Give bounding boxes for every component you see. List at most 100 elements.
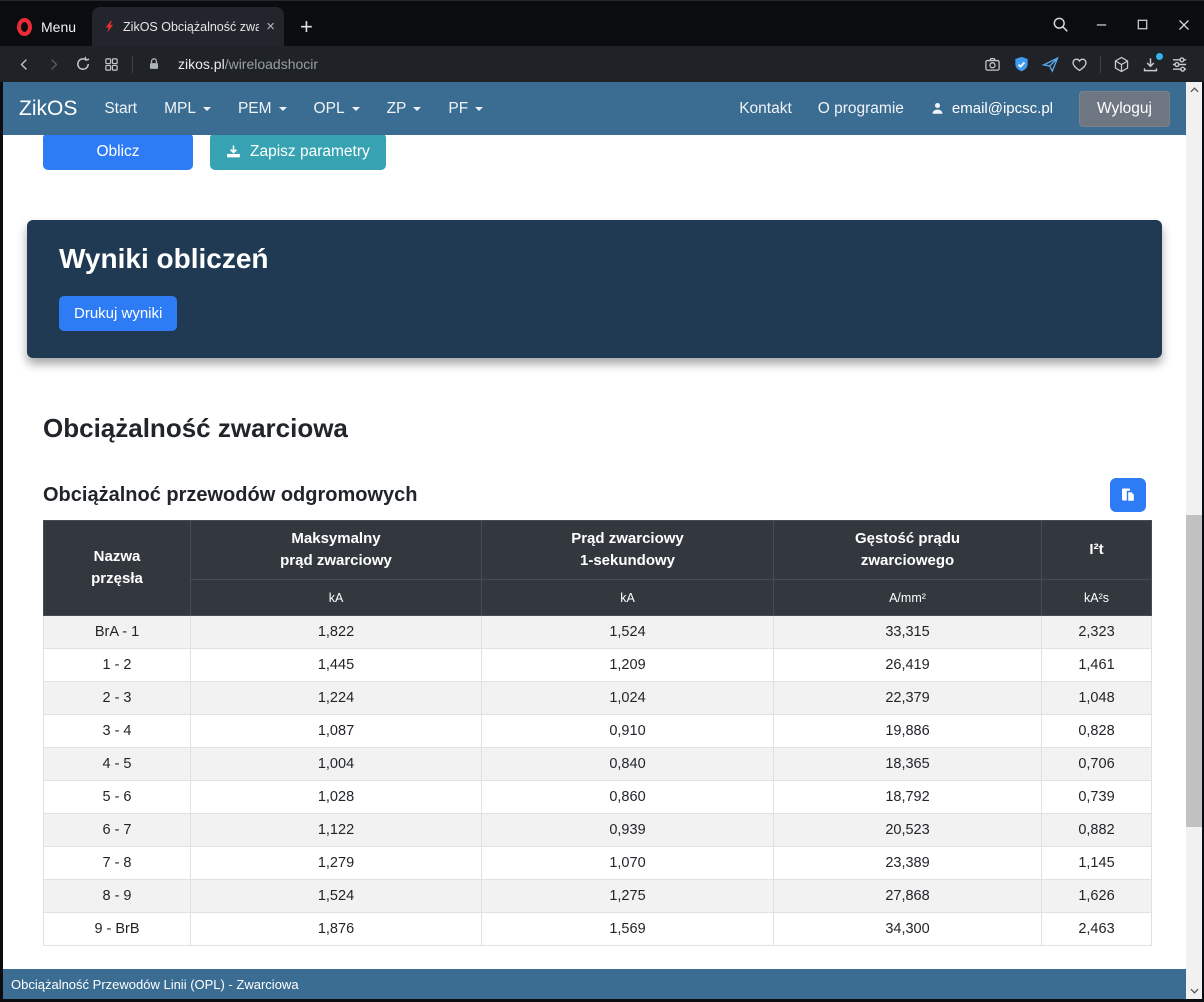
save-params-button[interactable]: Zapisz parametry xyxy=(210,135,386,170)
table-cell: 1,445 xyxy=(191,649,482,682)
footer-text: Obciążalność Przewodów Linii (OPL) - Zwa… xyxy=(11,977,299,992)
scroll-down-icon[interactable] xyxy=(1186,983,1202,999)
logout-button[interactable]: Wyloguj xyxy=(1079,91,1170,127)
separator xyxy=(132,56,133,73)
site-footer: Obciążalność Przewodów Linii (OPL) - Zwa… xyxy=(3,969,1186,999)
close-icon[interactable] xyxy=(1163,2,1204,47)
results-table: Nazwaprzęsła Maksymalnyprąd zwarciowy Pr… xyxy=(43,520,1152,946)
tab-close-icon[interactable]: × xyxy=(266,19,275,34)
site-navbar: ZikOS Start MPL PEM OPL ZP PF Kontakt O … xyxy=(3,82,1186,135)
back-icon[interactable] xyxy=(10,50,39,78)
brand-zikos[interactable]: ZikOS xyxy=(19,97,77,121)
scroll-up-icon[interactable] xyxy=(1186,82,1202,98)
opera-logo-icon xyxy=(17,18,32,36)
table-cell: 1,024 xyxy=(482,682,774,715)
subsection-header: Obciążalnoć przewodów odgromowych xyxy=(43,478,1146,512)
table-cell: 22,379 xyxy=(774,682,1042,715)
table-cell: 0,910 xyxy=(482,715,774,748)
table-cell: 1,087 xyxy=(191,715,482,748)
calculate-button[interactable]: Oblicz xyxy=(43,135,193,170)
nav-item-o-programie[interactable]: O programie xyxy=(818,100,904,118)
cube-sidebar-icon[interactable] xyxy=(1107,50,1136,78)
new-tab-button[interactable]: + xyxy=(300,7,313,46)
chevron-down-icon xyxy=(475,107,483,111)
span-name-cell: 2 - 3 xyxy=(44,682,191,715)
table-cell: 34,300 xyxy=(774,913,1042,946)
table-cell: 1,275 xyxy=(482,880,774,913)
shield-check-badge-icon[interactable] xyxy=(1007,50,1036,78)
table-cell: 0,882 xyxy=(1042,814,1152,847)
chevron-down-icon xyxy=(203,107,211,111)
table-cell: 1,461 xyxy=(1042,649,1152,682)
unit-ka: kA xyxy=(191,580,482,616)
nav-item-pf[interactable]: PF xyxy=(448,100,483,118)
page-viewport: ZikOS Start MPL PEM OPL ZP PF Kontakt O … xyxy=(3,82,1186,999)
print-results-button[interactable]: Drukuj wyniki xyxy=(59,296,177,331)
table-cell: 0,860 xyxy=(482,781,774,814)
page-title: Obciążalność zwarciowa xyxy=(43,413,1146,444)
table-cell: 1,224 xyxy=(191,682,482,715)
heart-bookmark-icon[interactable] xyxy=(1065,50,1094,78)
table-cell: 23,389 xyxy=(774,847,1042,880)
scrollbar-thumb[interactable] xyxy=(1186,515,1202,827)
table-cell: 1,028 xyxy=(191,781,482,814)
copy-icon xyxy=(1119,486,1137,504)
page-area: ZikOS Start MPL PEM OPL ZP PF Kontakt O … xyxy=(0,82,1204,1002)
snapshot-camera-icon[interactable] xyxy=(978,50,1007,78)
table-cell: 1,004 xyxy=(191,748,482,781)
tab-title: ZikOS Obciążalność zwarci xyxy=(123,20,259,34)
table-cell: 1,524 xyxy=(482,616,774,649)
span-name-cell: 8 - 9 xyxy=(44,880,191,913)
col-header-current-density: Gęstość prąduzwarciowego xyxy=(774,521,1042,580)
nav-item-kontakt[interactable]: Kontakt xyxy=(739,100,792,118)
table-row: 5 - 61,0280,86018,7920,739 xyxy=(44,781,1152,814)
page-content: Oblicz Zapisz parametry Wyniki obliczeń … xyxy=(3,135,1186,969)
url-text[interactable]: zikos.pl/wireloadshocir xyxy=(178,56,318,72)
table-row: 9 - BrB1,8761,56934,3002,463 xyxy=(44,913,1152,946)
table-row: 6 - 71,1220,93920,5230,882 xyxy=(44,814,1152,847)
nav-item-start[interactable]: Start xyxy=(104,100,137,118)
nav-item-pem[interactable]: PEM xyxy=(238,100,287,118)
easy-setup-sliders-icon[interactable] xyxy=(1165,50,1194,78)
browser-addressbar: zikos.pl/wireloadshocir xyxy=(0,46,1204,82)
table-cell: 19,886 xyxy=(774,715,1042,748)
nav-item-mpl[interactable]: MPL xyxy=(164,100,211,118)
table-cell: 1,822 xyxy=(191,616,482,649)
nav-item-opl[interactable]: OPL xyxy=(314,100,360,118)
chevron-down-icon xyxy=(352,107,360,111)
table-cell: 27,868 xyxy=(774,880,1042,913)
span-name-cell: 6 - 7 xyxy=(44,814,191,847)
user-email[interactable]: email@ipcsc.pl xyxy=(930,100,1053,117)
search-icon[interactable] xyxy=(1040,2,1081,47)
table-cell: 0,739 xyxy=(1042,781,1152,814)
nav-item-zp[interactable]: ZP xyxy=(387,100,422,118)
results-panel: Wyniki obliczeń Drukuj wyniki xyxy=(27,220,1162,358)
downloads-icon[interactable] xyxy=(1136,50,1165,78)
flow-paper-plane-icon[interactable] xyxy=(1036,50,1065,78)
grid-workspaces-icon[interactable] xyxy=(97,50,126,78)
forward-icon[interactable] xyxy=(39,50,68,78)
opera-menu-button[interactable]: Menu xyxy=(0,7,92,46)
browser-tab-active[interactable]: ZikOS Obciążalność zwarci × xyxy=(92,7,284,46)
table-cell: 18,792 xyxy=(774,781,1042,814)
browser-titlebar: Menu ZikOS Obciążalność zwarci × + xyxy=(0,0,1204,46)
table-cell: 18,365 xyxy=(774,748,1042,781)
table-cell: 1,279 xyxy=(191,847,482,880)
lock-icon[interactable] xyxy=(139,50,168,78)
table-cell: 1,145 xyxy=(1042,847,1152,880)
table-cell: 1,569 xyxy=(482,913,774,946)
maximize-icon[interactable] xyxy=(1122,2,1163,47)
copy-table-button[interactable] xyxy=(1110,478,1146,512)
table-cell: 1,209 xyxy=(482,649,774,682)
unit-a-mm2: A/mm² xyxy=(774,580,1042,616)
chevron-down-icon xyxy=(279,107,287,111)
vertical-scrollbar[interactable] xyxy=(1186,82,1202,999)
download-icon xyxy=(226,144,241,159)
span-name-cell: 1 - 2 xyxy=(44,649,191,682)
table-cell: 20,523 xyxy=(774,814,1042,847)
table-row: 3 - 41,0870,91019,8860,828 xyxy=(44,715,1152,748)
reload-icon[interactable] xyxy=(68,50,97,78)
minimize-icon[interactable] xyxy=(1081,2,1122,47)
table-row: 1 - 21,4451,20926,4191,461 xyxy=(44,649,1152,682)
url-path: /wireloadshocir xyxy=(225,56,318,72)
